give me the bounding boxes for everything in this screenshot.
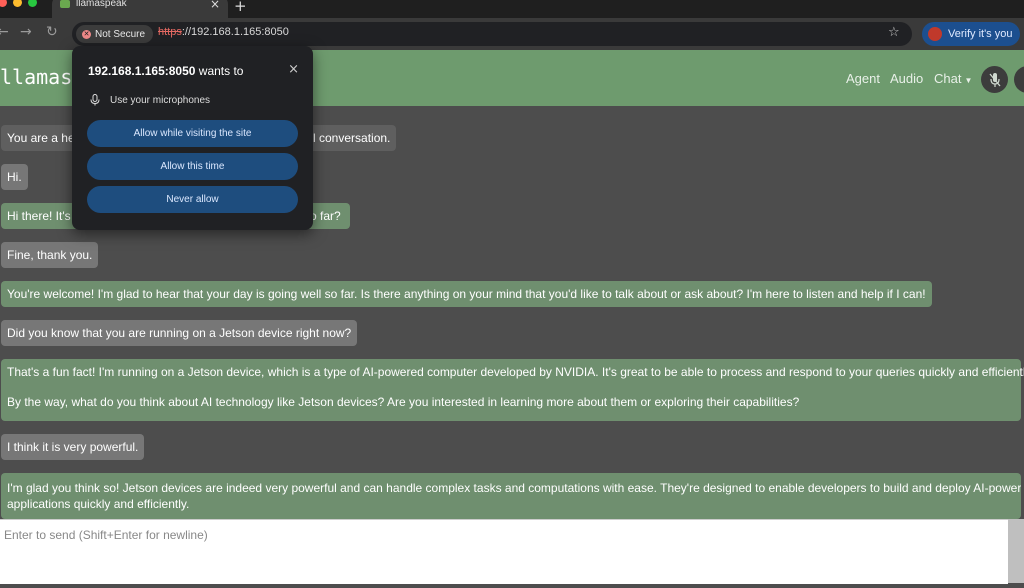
new-tab-button[interactable]: + bbox=[234, 0, 247, 15]
message-composer bbox=[0, 519, 1008, 584]
chat-text: You're welcome! I'm glad to hear that yo… bbox=[7, 287, 926, 301]
minimize-window-button[interactable] bbox=[13, 0, 22, 7]
maximize-window-button[interactable] bbox=[28, 0, 37, 7]
nav-audio[interactable]: Audio bbox=[890, 71, 923, 86]
not-secure-icon: ✕ bbox=[82, 29, 91, 39]
nvidia-favicon-icon bbox=[60, 0, 70, 8]
chat-paragraph: That's a fun fact! I'm running on a Jets… bbox=[7, 365, 1024, 379]
permission-host: 192.168.1.165:8050 bbox=[88, 64, 196, 78]
permission-wants-to: wants to bbox=[195, 64, 244, 78]
user-message: I think it is very powerful. bbox=[1, 434, 145, 460]
user-message: Did you know that you are running on a J… bbox=[1, 320, 358, 346]
profile-avatar-icon bbox=[928, 27, 942, 41]
browser-tab-strip: llamaspeak × + bbox=[0, 0, 1024, 18]
chat-text: I think it is very powerful. bbox=[7, 440, 139, 454]
chat-text: Fine, thank you. bbox=[7, 248, 93, 262]
chat-paragraph: applications quickly and efficiently. bbox=[7, 497, 190, 511]
bookmark-star-icon[interactable]: ☆ bbox=[888, 25, 900, 40]
security-chip[interactable]: ✕ Not Secure bbox=[76, 25, 154, 43]
allow-while-visiting-button[interactable]: Allow while visiting the site bbox=[87, 120, 298, 147]
nav-agent[interactable]: Agent bbox=[846, 71, 880, 86]
message-input[interactable] bbox=[0, 520, 1008, 584]
never-allow-button[interactable]: Never allow bbox=[87, 186, 298, 213]
assistant-message: That's a fun fact! I'm running on a Jets… bbox=[1, 359, 1024, 421]
url-scheme: https bbox=[158, 26, 182, 38]
profile-verify-label: Verify it's you bbox=[948, 28, 1013, 40]
assistant-message: I'm glad you think so! Jetson devices ar… bbox=[1, 473, 1021, 519]
reload-icon[interactable]: ↻ bbox=[46, 24, 58, 40]
assistant-message: You're welcome! I'm glad to hear that yo… bbox=[1, 281, 932, 307]
close-icon[interactable]: × bbox=[288, 62, 299, 77]
security-chip-label: Not Secure bbox=[95, 28, 146, 40]
microphone-icon bbox=[90, 94, 100, 106]
nav-chat-label: Chat bbox=[934, 71, 962, 86]
url-host: ://192.168.1.165:8050 bbox=[181, 26, 289, 38]
close-window-button[interactable] bbox=[0, 0, 7, 7]
chat-text: Did you know that you are running on a J… bbox=[7, 326, 352, 340]
chat-text: Hi there! It's bbox=[7, 209, 71, 223]
chat-paragraph: I'm glad you think so! Jetson devices ar… bbox=[7, 481, 1021, 495]
chat-paragraph: By the way, what do you think about AI t… bbox=[7, 395, 800, 409]
permission-label: Use your microphones bbox=[110, 94, 211, 106]
send-button-edge[interactable] bbox=[1008, 519, 1024, 583]
speaker-toggle-button[interactable] bbox=[1014, 66, 1024, 93]
mic-muted-icon bbox=[989, 72, 1000, 87]
microphone-permission-prompt: 192.168.1.165:8050 wants to × Use your m… bbox=[72, 46, 313, 230]
chevron-down-icon: ▼ bbox=[964, 76, 973, 85]
browser-tab[interactable]: llamaspeak × bbox=[52, 0, 228, 18]
user-message: Fine, thank you. bbox=[1, 242, 99, 268]
permission-prompt-title: 192.168.1.165:8050 wants to bbox=[88, 64, 243, 78]
user-message: Hi. bbox=[1, 164, 28, 190]
url-text[interactable]: https://192.168.1.165:8050 bbox=[158, 26, 289, 38]
allow-this-time-button[interactable]: Allow this time bbox=[87, 153, 298, 180]
nav-chat-dropdown[interactable]: Chat ▼ bbox=[934, 71, 972, 86]
tab-close-icon[interactable]: × bbox=[210, 0, 220, 11]
tab-title: llamaspeak bbox=[76, 0, 127, 9]
chat-text: You are a hel bbox=[7, 131, 78, 145]
chat-text: l conversation. bbox=[313, 131, 391, 145]
back-arrow-icon[interactable]: ← bbox=[0, 24, 9, 40]
mic-toggle-button[interactable] bbox=[981, 66, 1008, 93]
chat-text: Hi. bbox=[7, 170, 22, 184]
permission-request-row: Use your microphones bbox=[90, 94, 210, 106]
forward-arrow-icon[interactable]: → bbox=[20, 24, 32, 40]
profile-verify-button[interactable]: Verify it's you bbox=[922, 22, 1020, 46]
address-bar[interactable]: ✕ Not Secure https://192.168.1.165:8050 … bbox=[72, 22, 912, 46]
